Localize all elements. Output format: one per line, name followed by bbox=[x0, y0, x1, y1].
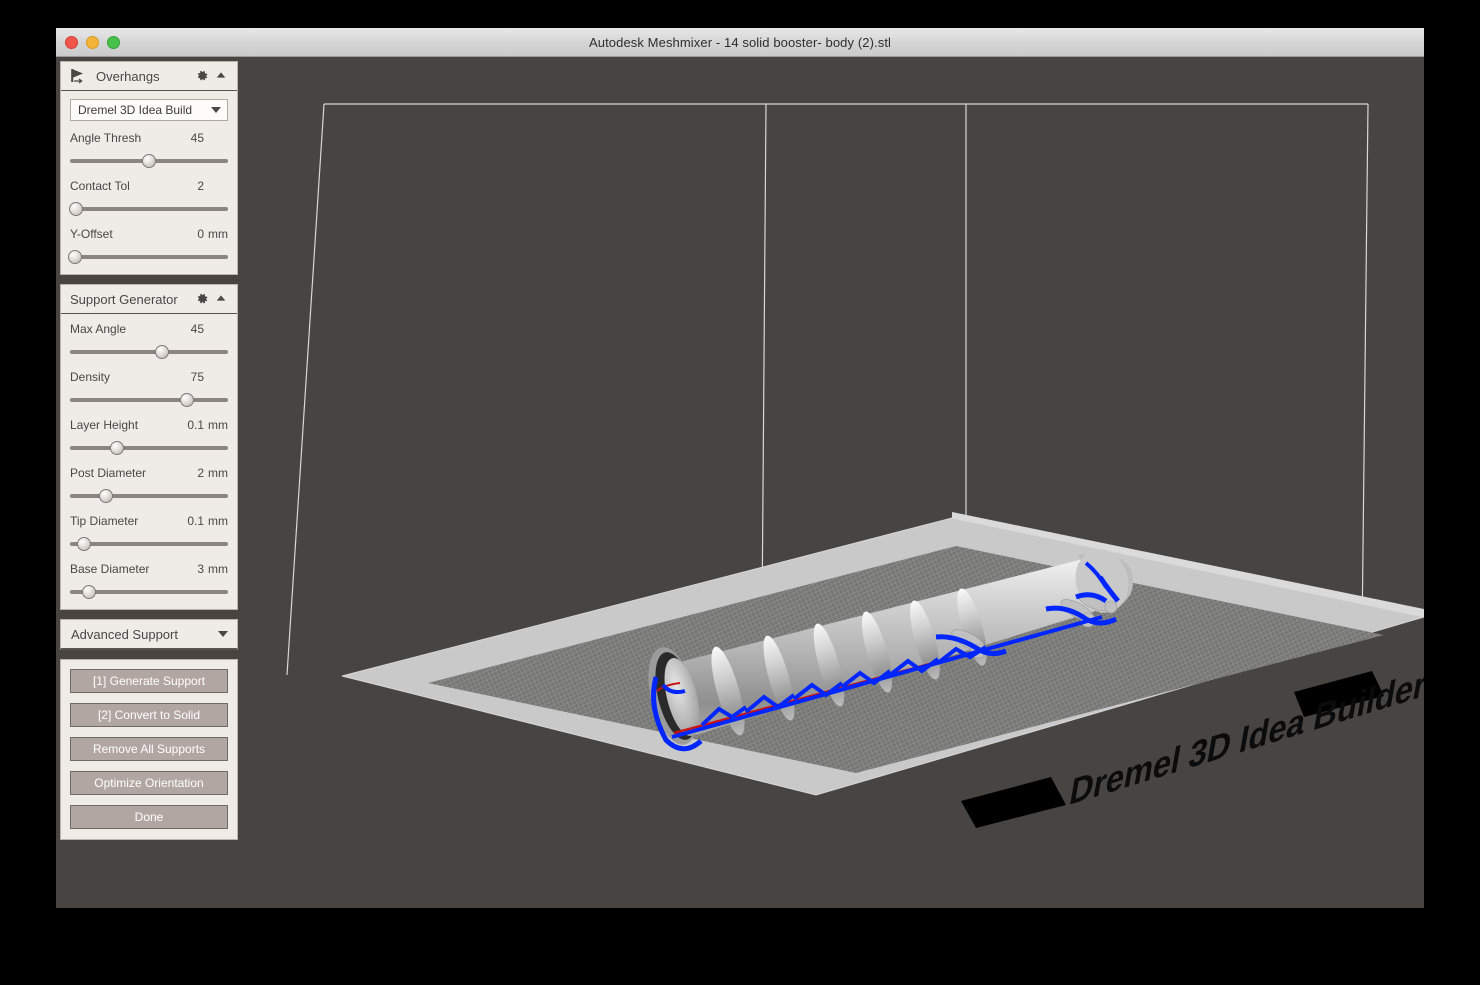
convert-to-solid-button[interactable]: [2] Convert to Solid bbox=[70, 703, 228, 727]
slider-unit: mm bbox=[208, 418, 228, 432]
slider-track bbox=[70, 446, 228, 450]
support-generator-panel-title: Support Generator bbox=[70, 291, 178, 307]
collapse-up-icon[interactable] bbox=[215, 69, 229, 83]
printer-select[interactable]: Dremel 3D Idea Build bbox=[70, 99, 228, 121]
slider-track bbox=[70, 207, 228, 211]
slider-y-offset[interactable] bbox=[67, 250, 228, 264]
slider-track bbox=[70, 398, 228, 402]
slider-thumb[interactable] bbox=[81, 585, 96, 599]
slider-angle-thresh[interactable] bbox=[70, 154, 228, 168]
window-title: Autodesk Meshmixer - 14 solid booster- b… bbox=[588, 34, 892, 50]
slider-name: Post Diameter bbox=[70, 466, 147, 480]
close-window-button[interactable] bbox=[65, 36, 78, 49]
slider-thumb[interactable] bbox=[69, 202, 84, 216]
slider-name: Max Angle bbox=[70, 322, 127, 336]
generate-support-button[interactable]: [1] Generate Support bbox=[70, 669, 228, 693]
slider-value: 2 bbox=[197, 179, 204, 193]
slider-density[interactable] bbox=[70, 393, 228, 407]
overhang-flag-icon bbox=[70, 68, 90, 84]
slider-thumb[interactable] bbox=[99, 489, 114, 503]
slider-value: 0 bbox=[197, 227, 204, 241]
slider-label-max-angle: Max Angle 45 bbox=[70, 322, 228, 336]
slider-thumb[interactable] bbox=[154, 345, 169, 359]
slider-name: Tip Diameter bbox=[70, 514, 139, 528]
slider-value: 75 bbox=[190, 370, 204, 384]
collapse-up-icon[interactable] bbox=[215, 292, 229, 306]
slider-label-y-offset: Y-Offset 0 mm bbox=[70, 227, 228, 241]
advanced-support-panel[interactable]: Advanced Support bbox=[60, 619, 238, 650]
overhangs-panel-header[interactable]: Overhangs bbox=[61, 62, 237, 91]
actions-panel: [1] Generate Support [2] Convert to Soli… bbox=[60, 659, 238, 840]
slider-track bbox=[70, 494, 228, 498]
slider-contact-tol[interactable] bbox=[69, 202, 228, 216]
slider-thumb[interactable] bbox=[179, 393, 194, 407]
support-generator-panel-body: Max Angle 45 Density 75 Layer Height 0.1… bbox=[61, 314, 237, 609]
gear-icon[interactable] bbox=[195, 292, 209, 306]
actions-panel-body: [1] Generate Support [2] Convert to Soli… bbox=[61, 660, 237, 839]
tool-panel-column: Overhangs Dremel 3D Idea Build Angle Thr… bbox=[60, 61, 238, 849]
maximize-window-button[interactable] bbox=[107, 36, 120, 49]
slider-value: 0.1 bbox=[187, 514, 204, 528]
slider-name: Base Diameter bbox=[70, 562, 150, 576]
slider-thumb[interactable] bbox=[110, 441, 125, 455]
optimize-orientation-button[interactable]: Optimize Orientation bbox=[70, 771, 228, 795]
slider-track bbox=[70, 350, 228, 354]
slider-value: 3 bbox=[197, 562, 204, 576]
slider-label-density: Density 75 bbox=[70, 370, 228, 384]
slider-label-base-diameter: Base Diameter 3 mm bbox=[70, 562, 228, 576]
support-generator-panel: Support Generator Max Angle 45 Density 7… bbox=[60, 284, 238, 610]
slider-label-post-diameter: Post Diameter 2 mm bbox=[70, 466, 228, 480]
chevron-down-icon bbox=[218, 631, 228, 637]
minimize-window-button[interactable] bbox=[86, 36, 99, 49]
title-bar: Autodesk Meshmixer - 14 solid booster- b… bbox=[56, 28, 1424, 57]
done-button[interactable]: Done bbox=[70, 805, 228, 829]
slider-unit: mm bbox=[208, 562, 228, 576]
slider-name: Angle Thresh bbox=[70, 131, 142, 145]
slider-unit: mm bbox=[208, 227, 228, 241]
slider-post-diameter[interactable] bbox=[70, 489, 228, 503]
viewport-background bbox=[56, 57, 1424, 908]
slider-track bbox=[70, 542, 228, 546]
3d-viewport[interactable]: Dremel 3D Idea Builder bbox=[56, 57, 1424, 908]
slider-value: 0.1 bbox=[187, 418, 204, 432]
printer-select-value: Dremel 3D Idea Build bbox=[78, 103, 193, 117]
slider-layer-height[interactable] bbox=[70, 441, 228, 455]
slider-thumb[interactable] bbox=[77, 537, 92, 551]
slider-unit: mm bbox=[208, 514, 228, 528]
slider-thumb[interactable] bbox=[142, 154, 156, 168]
slider-label-angle-thresh: Angle Thresh 45 bbox=[70, 131, 228, 145]
slider-value: 45 bbox=[190, 131, 204, 145]
chevron-down-icon bbox=[211, 107, 221, 113]
slider-value: 45 bbox=[190, 322, 204, 336]
gear-icon[interactable] bbox=[195, 69, 209, 83]
slider-name: Contact Tol bbox=[70, 179, 130, 193]
slider-track bbox=[70, 255, 228, 259]
support-generator-panel-header[interactable]: Support Generator bbox=[61, 285, 237, 314]
overhangs-panel-body: Dremel 3D Idea Build Angle Thresh 45 Con… bbox=[61, 91, 237, 274]
slider-label-contact-tol: Contact Tol 2 bbox=[70, 179, 228, 193]
slider-name: Layer Height bbox=[70, 418, 139, 432]
3d-scene: Dremel 3D Idea Builder bbox=[56, 57, 1424, 908]
slider-name: Density bbox=[70, 370, 111, 384]
slider-label-layer-height: Layer Height 0.1 mm bbox=[70, 418, 228, 432]
remove-all-supports-button[interactable]: Remove All Supports bbox=[70, 737, 228, 761]
slider-max-angle[interactable] bbox=[70, 345, 228, 359]
window-controls bbox=[65, 28, 120, 57]
slider-thumb[interactable] bbox=[67, 250, 82, 264]
slider-base-diameter[interactable] bbox=[70, 585, 228, 599]
slider-unit: mm bbox=[208, 466, 228, 480]
slider-tip-diameter[interactable] bbox=[70, 537, 228, 551]
overhangs-panel-title: Overhangs bbox=[96, 68, 160, 84]
slider-name: Y-Offset bbox=[70, 227, 113, 241]
overhangs-panel: Overhangs Dremel 3D Idea Build Angle Thr… bbox=[60, 61, 238, 275]
application-window: Autodesk Meshmixer - 14 solid booster- b… bbox=[56, 28, 1424, 908]
slider-value: 2 bbox=[197, 466, 204, 480]
advanced-support-panel-title: Advanced Support bbox=[71, 626, 178, 642]
slider-label-tip-diameter: Tip Diameter 0.1 mm bbox=[70, 514, 228, 528]
